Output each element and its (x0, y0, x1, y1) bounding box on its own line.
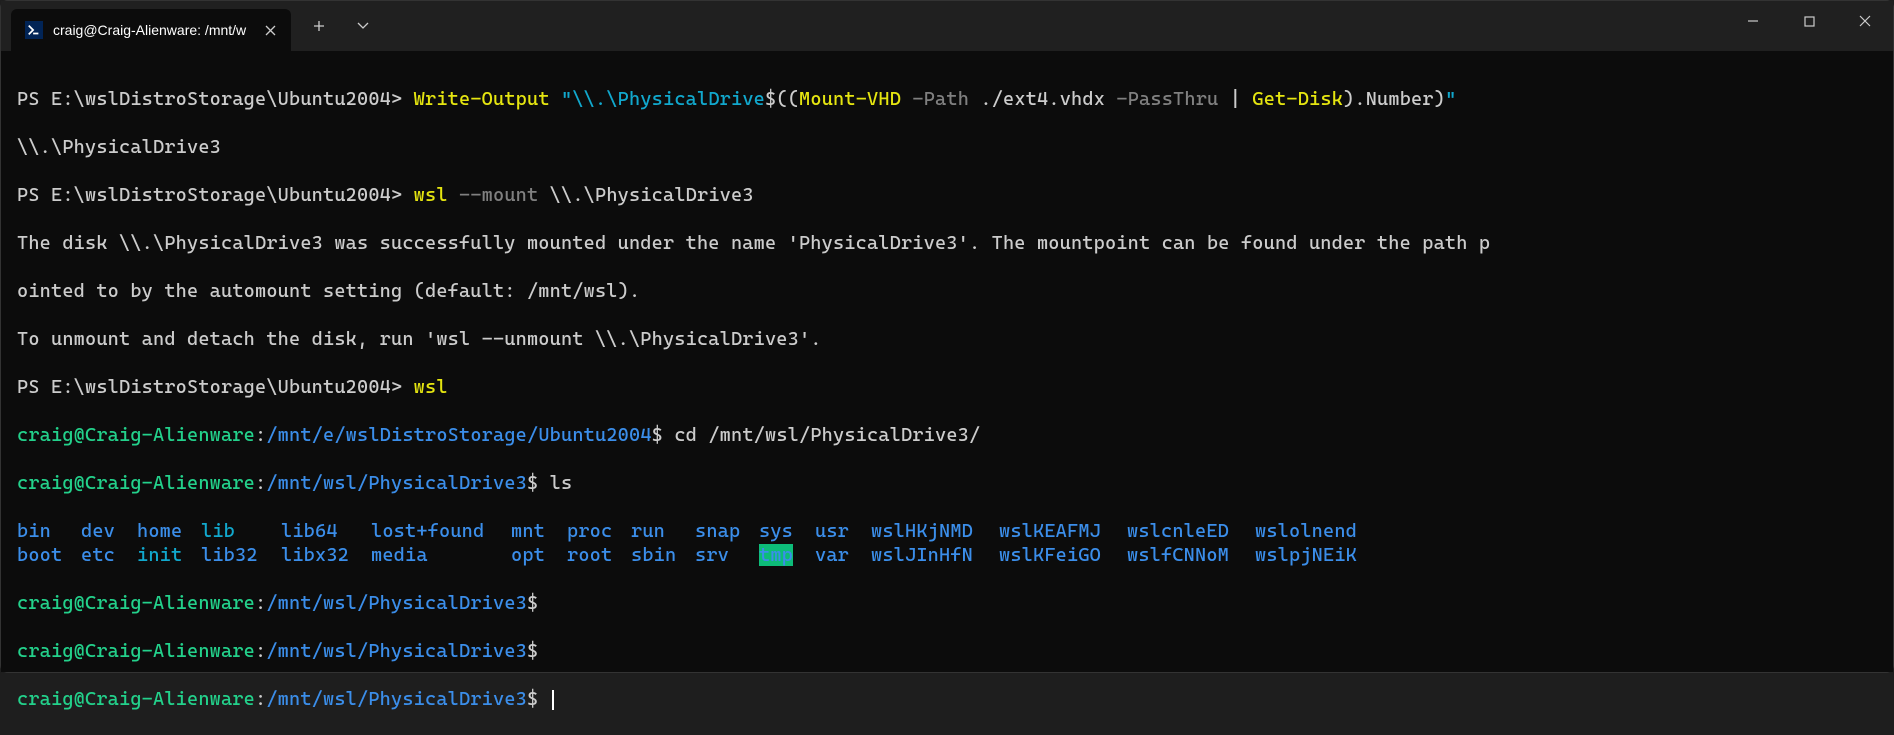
cursor (552, 690, 554, 710)
cmdlet: Write-Output (414, 88, 550, 110)
ls-entry: bin (17, 519, 81, 543)
bash-path: /mnt/e/wslDistroStorage/Ubuntu2004 (266, 424, 651, 446)
tab-title: craig@Craig-Alienware: /mnt/w (53, 22, 251, 38)
titlebar: craig@Craig-Alienware: /mnt/w (1, 1, 1893, 51)
window-controls (1725, 1, 1893, 41)
tab-actions (291, 1, 383, 51)
ls-output: bin dev home lib lib64 lost+found mnt pr… (17, 519, 1877, 567)
minimize-button[interactable] (1725, 1, 1781, 41)
close-button[interactable] (1837, 1, 1893, 41)
ls-tmp-entry: tmp (759, 544, 793, 566)
powershell-icon (25, 21, 43, 39)
ps-prompt: PS E:\wslDistroStorage\Ubuntu2004> (17, 88, 402, 110)
new-tab-button[interactable] (299, 6, 339, 46)
tab-close-button[interactable] (261, 21, 279, 39)
tab-dropdown-button[interactable] (343, 6, 383, 46)
bash-userhost: craig@Craig-Alienware (17, 424, 255, 446)
output-line: \\.\PhysicalDrive3 (17, 135, 1877, 159)
terminal-output[interactable]: PS E:\wslDistroStorage\Ubuntu2004> Write… (1, 51, 1893, 672)
maximize-button[interactable] (1781, 1, 1837, 41)
terminal-tab[interactable]: craig@Craig-Alienware: /mnt/w (11, 9, 291, 51)
